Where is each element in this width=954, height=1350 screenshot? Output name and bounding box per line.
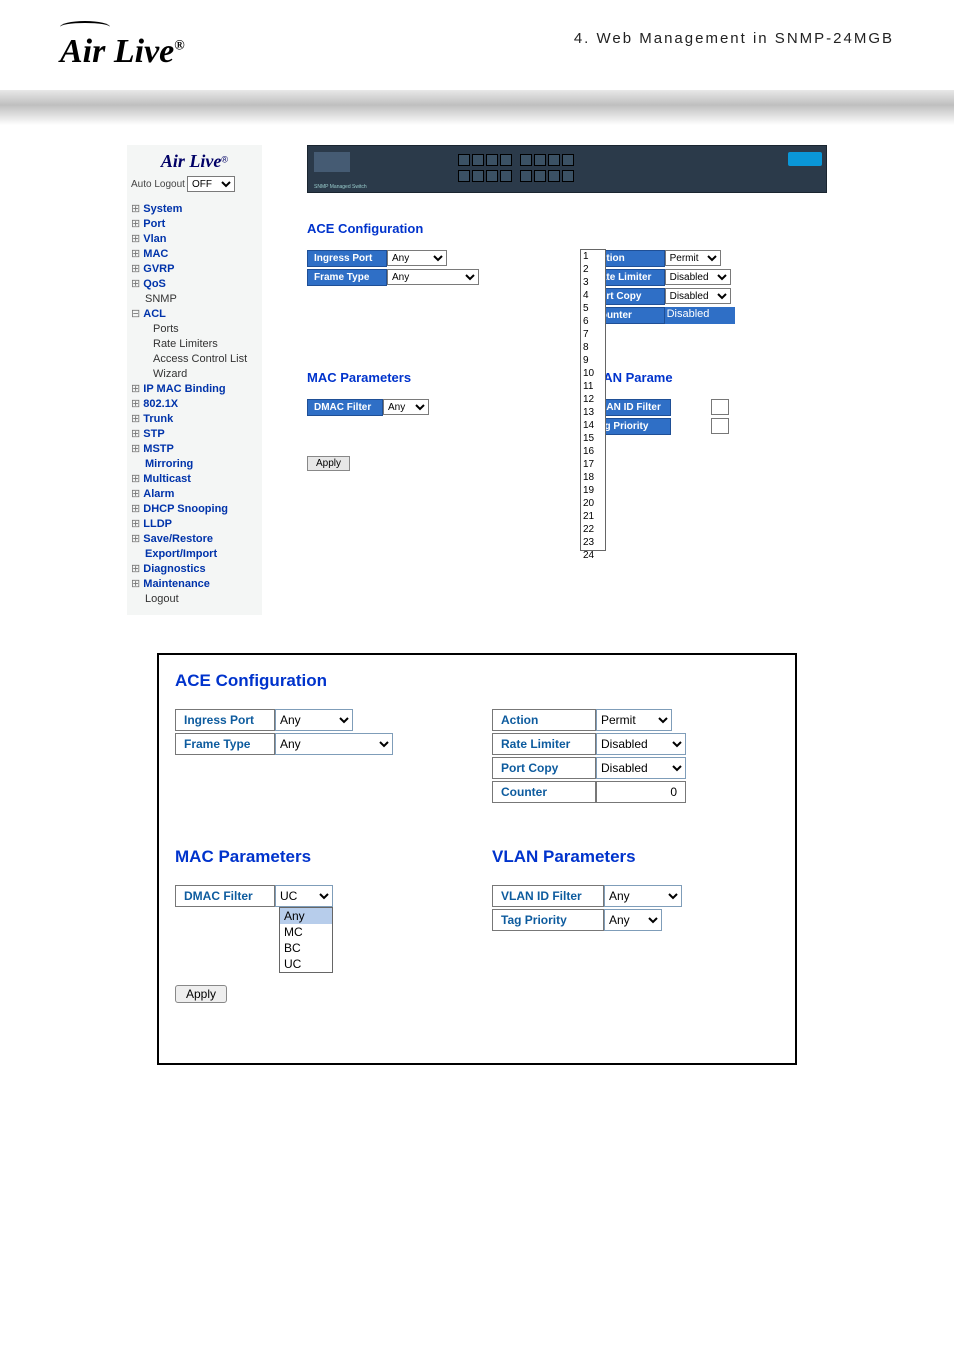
frame-type-label-2: Frame Type bbox=[175, 733, 275, 755]
nav-multicast[interactable]: Multicast bbox=[131, 472, 262, 487]
vlan-params-title-2: VLAN Parameters bbox=[492, 847, 779, 867]
ratelimiter-select-2[interactable]: Disabled bbox=[596, 733, 686, 755]
nav-vlan[interactable]: Vlan bbox=[131, 232, 262, 247]
autologout-select[interactable]: OFF bbox=[187, 176, 235, 192]
portcopy-select[interactable]: Disabled bbox=[665, 288, 731, 304]
nav-tree: System Port Vlan MAC GVRP QoS SNMP ACL P… bbox=[127, 198, 262, 615]
nav-saverestore[interactable]: Save/Restore bbox=[131, 532, 262, 547]
mac-params-title-2: MAC Parameters bbox=[175, 847, 462, 867]
ace-config-zoom: ACE Configuration Ingress Port Any Frame… bbox=[157, 653, 797, 1065]
nav-gvrp[interactable]: GVRP bbox=[131, 262, 262, 277]
device-image: SNMP Managed Switch bbox=[307, 145, 827, 193]
tag-priority-select-2[interactable]: Any bbox=[604, 909, 662, 931]
nav-maint[interactable]: Maintenance bbox=[131, 577, 262, 592]
ingress-port-select[interactable]: Any bbox=[387, 250, 447, 266]
tag-priority-input[interactable] bbox=[711, 418, 729, 434]
nav-alarm[interactable]: Alarm bbox=[131, 487, 262, 502]
nav-acl-wizard[interactable]: Wizard bbox=[131, 367, 262, 382]
nav-dhcps[interactable]: DHCP Snooping bbox=[131, 502, 262, 517]
nav-mac[interactable]: MAC bbox=[131, 247, 262, 262]
vlanid-filter-label-2: VLAN ID Filter bbox=[492, 885, 604, 907]
nav-acl[interactable]: ACL bbox=[131, 307, 262, 322]
portcopy-label-2: Port Copy bbox=[492, 757, 596, 779]
counter-label-2: Counter bbox=[492, 781, 596, 803]
nav-qos[interactable]: QoS bbox=[131, 277, 262, 292]
nav-stp[interactable]: STP bbox=[131, 427, 262, 442]
nav-port[interactable]: Port bbox=[131, 217, 262, 232]
nav-dot1x[interactable]: 802.1X bbox=[131, 397, 262, 412]
nav-snmp[interactable]: SNMP bbox=[131, 292, 262, 307]
mac-params-title: MAC Parameters bbox=[307, 370, 567, 385]
apply-button[interactable]: Apply bbox=[307, 456, 350, 471]
counter-value-2: 0 bbox=[596, 781, 686, 803]
apply-button-2[interactable]: Apply bbox=[175, 985, 227, 1003]
dmac-filter-label-2: DMAC Filter bbox=[175, 885, 275, 907]
nav-ipmac[interactable]: IP MAC Binding bbox=[131, 382, 262, 397]
ingress-port-select-2[interactable]: Any bbox=[275, 709, 353, 731]
frame-type-select[interactable]: Any bbox=[387, 269, 479, 285]
brand-registered: ® bbox=[174, 39, 184, 54]
action-label-2: Action bbox=[492, 709, 596, 731]
nav-lldp[interactable]: LLDP bbox=[131, 517, 262, 532]
tag-priority-label-2: Tag Priority bbox=[492, 909, 604, 931]
nav-acl-ports[interactable]: Ports bbox=[131, 322, 262, 337]
nav-mstp[interactable]: MSTP bbox=[131, 442, 262, 457]
nav-acl-accesslist[interactable]: Access Control List bbox=[131, 352, 262, 367]
brand-name: Air Live bbox=[60, 33, 174, 70]
dmac-filter-select[interactable]: Any bbox=[383, 399, 429, 415]
frame-type-select-2[interactable]: Any bbox=[275, 733, 393, 755]
sidebar-brand: Air Live® bbox=[127, 145, 262, 174]
nav-system[interactable]: System bbox=[131, 202, 262, 217]
action-select-2[interactable]: Permit bbox=[596, 709, 672, 731]
vlanid-filter-select-2[interactable]: Any bbox=[604, 885, 682, 907]
dmac-filter-label: DMAC Filter bbox=[307, 399, 383, 416]
header-divider bbox=[0, 75, 954, 125]
ace-config-title-2: ACE Configuration bbox=[175, 671, 779, 691]
nav-diag[interactable]: Diagnostics bbox=[131, 562, 262, 577]
ratelimiter-label-2: Rate Limiter bbox=[492, 733, 596, 755]
brand-logo: Air Live® bbox=[60, 20, 185, 71]
dmac-filter-options[interactable]: AnyMCBCUC bbox=[279, 907, 333, 973]
autologout-label: Auto Logout bbox=[131, 179, 185, 190]
ingress-port-label-2: Ingress Port bbox=[175, 709, 275, 731]
ratelimiter-select[interactable]: Disabled bbox=[665, 269, 731, 285]
nav-mirroring[interactable]: Mirroring bbox=[131, 457, 262, 472]
nav-logout[interactable]: Logout bbox=[131, 592, 262, 607]
counter-value-highlight[interactable]: Disabled bbox=[665, 307, 735, 324]
action-select[interactable]: Permit bbox=[665, 250, 721, 266]
frame-type-label: Frame Type bbox=[307, 269, 387, 286]
ingress-port-label: Ingress Port bbox=[307, 250, 387, 267]
vlan-params-title: VLAN Parame bbox=[587, 370, 827, 385]
sidebar: Air Live® Auto Logout OFF System Port Vl… bbox=[127, 145, 262, 615]
vlanid-filter-input[interactable] bbox=[711, 399, 729, 415]
ace-config-title: ACE Configuration bbox=[307, 221, 827, 236]
dmac-filter-select-2[interactable]: UC bbox=[275, 885, 333, 907]
page-title: 4. Web Management in SNMP-24MGB bbox=[574, 30, 894, 47]
nav-acl-ratelimiters[interactable]: Rate Limiters bbox=[131, 337, 262, 352]
portcopy-select-2[interactable]: Disabled bbox=[596, 757, 686, 779]
nav-trunk[interactable]: Trunk bbox=[131, 412, 262, 427]
nav-expimp[interactable]: Export/Import bbox=[131, 547, 262, 562]
portcopy-dropdown-list[interactable]: 123456789101112131415161718192021222324 bbox=[580, 249, 606, 551]
